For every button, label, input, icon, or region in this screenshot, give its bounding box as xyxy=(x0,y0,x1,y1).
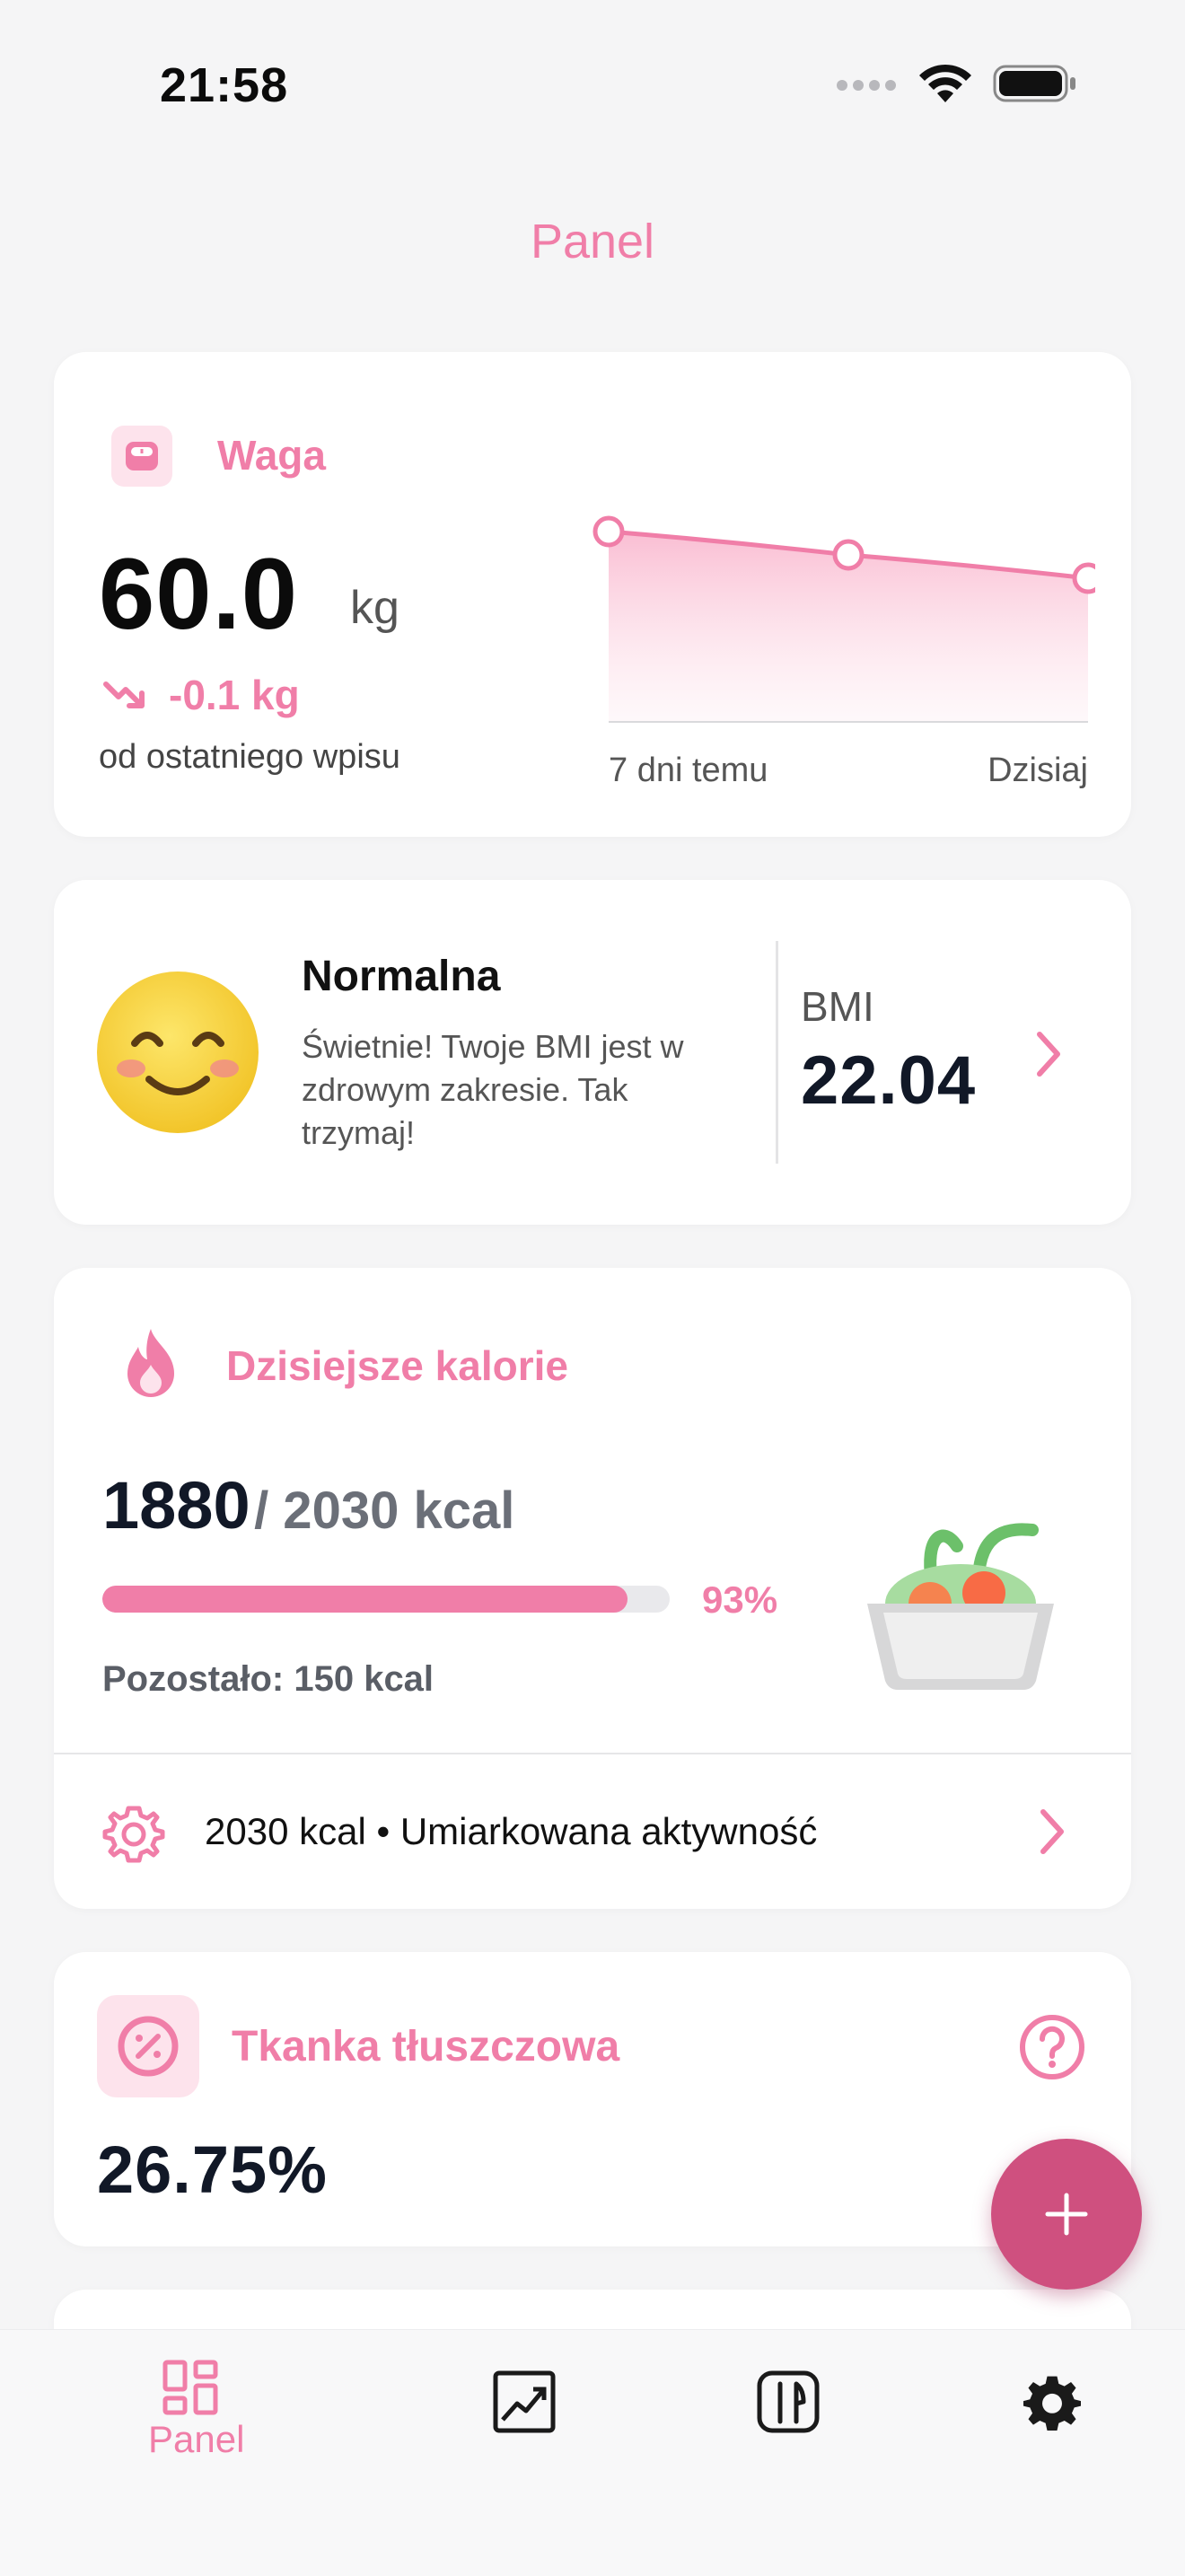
bmi-card[interactable]: Normalna Świetnie! Twoje BMI jest w zdro… xyxy=(54,880,1131,1225)
smiling-face-icon xyxy=(97,971,259,1133)
chart-x-start-label: 7 dni temu xyxy=(609,752,768,789)
fork-knife-icon xyxy=(757,2370,820,2433)
weight-value: 60.0 xyxy=(99,538,298,650)
battery-icon xyxy=(993,65,1075,102)
calories-progress-label: 93% xyxy=(702,1578,778,1621)
calories-card[interactable]: Dzisiejsze kalorie 1880 / 2030 kcal 93% … xyxy=(54,1268,1131,1909)
dashboard-icon xyxy=(162,2360,218,2415)
help-icon[interactable] xyxy=(1018,2013,1086,2081)
weight-title: Waga xyxy=(217,432,326,479)
body-fat-title: Tkanka tłuszczowa xyxy=(232,2023,620,2070)
weight-change-value: -0.1 kg xyxy=(169,672,300,718)
wifi-icon xyxy=(919,64,971,102)
body-fat-icon xyxy=(97,1995,199,2097)
weight-change-caption: od ostatniego wpisu xyxy=(99,738,400,776)
scale-icon xyxy=(111,426,172,487)
tab-settings[interactable] xyxy=(1023,2373,1081,2435)
add-entry-button[interactable] xyxy=(991,2139,1142,2290)
chart-point xyxy=(832,539,865,571)
tab-panel[interactable] xyxy=(162,2359,219,2421)
gear-icon xyxy=(1023,2376,1081,2431)
trend-down-icon xyxy=(103,681,145,708)
bmi-value: 22.04 xyxy=(801,1042,977,1119)
divider xyxy=(776,941,778,1164)
bmi-description: Świetnie! Twoje BMI jest w zdrowym zakre… xyxy=(302,1028,684,1151)
calories-consumed: 1880 xyxy=(102,1468,250,1543)
tab-meals[interactable] xyxy=(756,2369,821,2439)
status-time: 21:58 xyxy=(160,58,289,112)
salad-bowl-icon xyxy=(867,1523,1054,1690)
weight-unit: kg xyxy=(350,582,399,634)
calories-title: Dzisiejsze kalorie xyxy=(226,1342,568,1389)
chart-point xyxy=(592,515,625,548)
weight-change: -0.1 kg xyxy=(102,671,300,719)
divider xyxy=(54,1753,1131,1754)
flame-icon xyxy=(127,1329,174,1397)
calories-target: / 2030 kcal xyxy=(254,1481,515,1540)
body-fat-value: 26.75% xyxy=(97,2132,328,2207)
calories-remaining: Pozostało: 150 kcal xyxy=(102,1659,434,1699)
bmi-category: Normalna xyxy=(302,953,501,1000)
tab-bar: Panel xyxy=(0,2329,1185,2576)
chart-icon xyxy=(493,2370,556,2433)
page-title: Panel xyxy=(530,215,655,268)
weight-trend-chart xyxy=(592,515,1095,723)
calories-progress-bar xyxy=(102,1586,670,1613)
chart-x-end-label: Dzisiaj xyxy=(988,752,1088,789)
tab-stats[interactable] xyxy=(492,2369,557,2439)
plus-icon xyxy=(1045,2193,1088,2236)
status-icons xyxy=(835,63,1077,104)
body-fat-card[interactable]: Tkanka tłuszczowa 26.75% xyxy=(54,1952,1131,2246)
calorie-settings-text: 2030 kcal • Umiarkowana aktywność xyxy=(205,1810,818,1852)
calories-summary: 1880 / 2030 kcal xyxy=(102,1467,514,1543)
tab-panel-label[interactable]: Panel xyxy=(148,2418,244,2461)
cellular-signal-icon xyxy=(837,80,896,91)
calories-progress-fill xyxy=(102,1586,628,1613)
chart-point xyxy=(1072,562,1095,594)
chevron-right-icon[interactable] xyxy=(1032,1029,1065,1079)
chevron-right-icon[interactable] xyxy=(1036,1807,1068,1857)
gear-icon xyxy=(102,1806,165,1863)
weight-card[interactable]: Waga 60.0 kg -0.1 kg od ostatniego wpisu… xyxy=(54,352,1131,837)
bmi-label: BMI xyxy=(801,983,874,1030)
